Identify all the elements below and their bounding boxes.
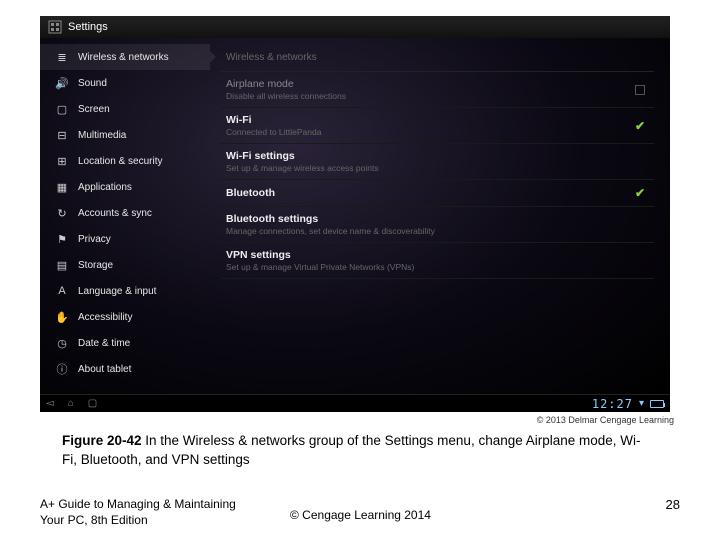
setting-subtitle: Manage connections, set device name & di…	[226, 226, 435, 236]
sidebar-icon: ⓘ	[54, 362, 70, 376]
recent-button[interactable]: ▢	[88, 398, 97, 409]
figure-text: In the Wireless & networks group of the …	[62, 433, 641, 467]
checkbox-unchecked[interactable]	[632, 83, 648, 97]
sidebar-item-date-time[interactable]: ◷ Date & time	[40, 330, 210, 356]
sidebar-item-applications[interactable]: ▦ Applications	[40, 174, 210, 200]
sidebar-icon: 🔊	[54, 76, 70, 90]
sidebar-item-screen[interactable]: ▢ Screen	[40, 96, 210, 122]
sidebar-item-label: Wireless & networks	[78, 52, 169, 63]
setting-row[interactable]: Wi-FiConnected to LittlePanda ✔	[220, 108, 654, 144]
setting-title: Airplane mode	[226, 78, 346, 90]
settings-sidebar: ≣ Wireless & networks 🔊 Sound ▢ Screen ⊟ Multim…	[40, 38, 210, 394]
sidebar-item-label: Privacy	[78, 234, 111, 245]
system-tray: 12:27 ▾	[592, 397, 664, 411]
setting-title: Bluetooth	[226, 187, 275, 199]
sidebar-icon: ⊟	[54, 128, 70, 142]
sidebar-item-label: Accounts & sync	[78, 208, 152, 219]
sidebar-item-storage[interactable]: ▤ Storage	[40, 252, 210, 278]
sidebar-item-multimedia[interactable]: ⊟ Multimedia	[40, 122, 210, 148]
home-button[interactable]: ⌂	[68, 398, 74, 409]
sidebar-item-about-tablet[interactable]: ⓘ About tablet	[40, 356, 210, 382]
sidebar-icon: ↻	[54, 206, 70, 220]
sidebar-item-label: About tablet	[78, 364, 131, 375]
setting-subtitle: Connected to LittlePanda	[226, 127, 321, 137]
back-button[interactable]: ◅	[46, 398, 54, 409]
sidebar-item-privacy[interactable]: ⚑ Privacy	[40, 226, 210, 252]
app-icon	[48, 20, 62, 34]
sidebar-icon: ◷	[54, 336, 70, 350]
sidebar-icon: ≣	[54, 50, 70, 64]
setting-row[interactable]: Bluetooth ✔	[220, 180, 654, 207]
sidebar-item-location-security[interactable]: ⊞ Location & security	[40, 148, 210, 174]
sidebar-item-label: Sound	[78, 78, 107, 89]
setting-title: VPN settings	[226, 249, 414, 261]
sidebar-icon: ▤	[54, 258, 70, 272]
sidebar-item-label: Date & time	[78, 338, 130, 349]
sidebar-item-label: Storage	[78, 260, 113, 271]
slide-copyright: © Cengage Learning 2014	[290, 508, 431, 522]
figure-caption: Figure 20-42 In the Wireless & networks …	[62, 432, 652, 470]
setting-subtitle: Set up & manage wireless access points	[226, 163, 379, 173]
setting-title: Wi-Fi settings	[226, 150, 379, 162]
system-bar: ◅ ⌂ ▢ 12:27 ▾	[40, 394, 670, 412]
tablet-screenshot: Settings ≣ Wireless & networks 🔊 Sound ▢ Scre…	[40, 16, 670, 412]
sidebar-icon: ✋	[54, 310, 70, 324]
sidebar-icon: A	[54, 284, 70, 298]
setting-row[interactable]: Airplane modeDisable all wireless connec…	[220, 72, 654, 108]
sidebar-icon: ▦	[54, 180, 70, 194]
page-number: 28	[666, 497, 680, 512]
sidebar-icon: ▢	[54, 102, 70, 116]
sidebar-item-accessibility[interactable]: ✋ Accessibility	[40, 304, 210, 330]
setting-row[interactable]: VPN settingsSet up & manage Virtual Priv…	[220, 243, 654, 279]
sidebar-item-label: Screen	[78, 104, 110, 115]
sidebar-item-wireless-networks[interactable]: ≣ Wireless & networks	[40, 44, 210, 70]
sidebar-item-label: Applications	[78, 182, 132, 193]
section-title: Wireless & networks	[220, 48, 654, 72]
setting-subtitle: Disable all wireless connections	[226, 91, 346, 101]
status-title: Settings	[68, 21, 108, 33]
setting-row[interactable]: Wi-Fi settingsSet up & manage wireless a…	[220, 144, 654, 180]
sidebar-item-label: Language & input	[78, 286, 156, 297]
sidebar-item-sound[interactable]: 🔊 Sound	[40, 70, 210, 96]
wifi-icon: ▾	[639, 398, 644, 409]
sidebar-item-label: Multimedia	[78, 130, 126, 141]
checkbox-checked[interactable]: ✔	[632, 119, 648, 133]
sidebar-item-label: Location & security	[78, 156, 163, 167]
system-nav: ◅ ⌂ ▢	[46, 398, 97, 409]
clock[interactable]: 12:27	[592, 397, 633, 411]
sidebar-item-label: Accessibility	[78, 312, 132, 323]
setting-title: Bluetooth settings	[226, 213, 435, 225]
battery-icon	[650, 400, 664, 408]
no-control	[632, 254, 648, 268]
figure-number: Figure 20-42	[62, 433, 142, 448]
setting-title: Wi-Fi	[226, 114, 321, 126]
no-control	[632, 155, 648, 169]
setting-subtitle: Set up & manage Virtual Private Networks…	[226, 262, 414, 272]
sidebar-item-accounts-sync[interactable]: ↻ Accounts & sync	[40, 200, 210, 226]
book-title: A+ Guide to Managing & Maintaining Your …	[40, 496, 236, 528]
sidebar-icon: ⚑	[54, 232, 70, 246]
settings-content: Wireless & networks Airplane modeDisable…	[210, 38, 670, 394]
settings-main: ≣ Wireless & networks 🔊 Sound ▢ Screen ⊟ Multim…	[40, 38, 670, 394]
no-control	[632, 218, 648, 232]
status-bar: Settings	[40, 16, 670, 38]
setting-row[interactable]: Bluetooth settingsManage connections, se…	[220, 207, 654, 243]
image-copyright: © 2013 Delmar Cengage Learning	[537, 415, 674, 425]
sidebar-icon: ⊞	[54, 154, 70, 168]
checkbox-checked[interactable]: ✔	[632, 186, 648, 200]
sidebar-item-language-input[interactable]: A Language & input	[40, 278, 210, 304]
